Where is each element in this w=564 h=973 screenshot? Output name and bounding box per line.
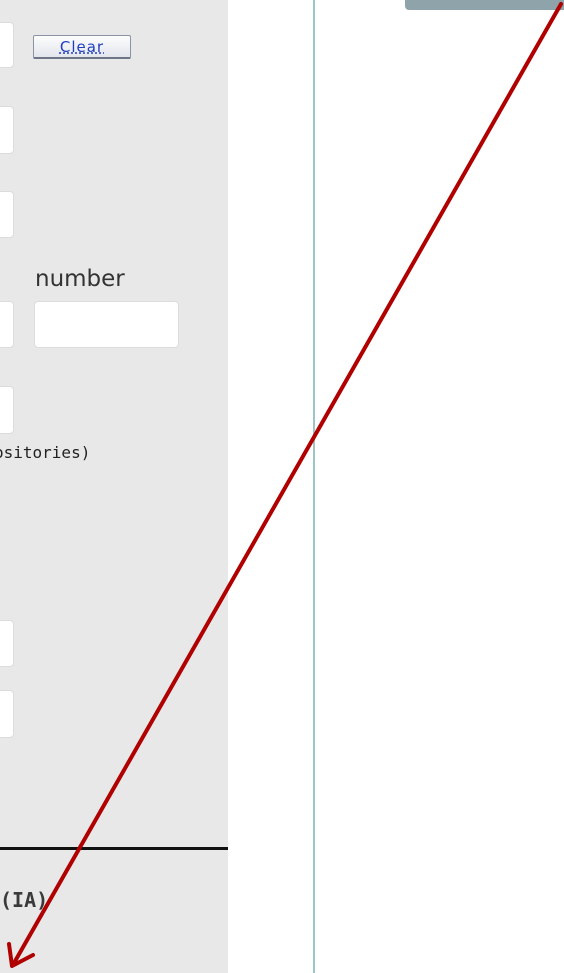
page: Clear number ositories) (IA) [0, 0, 564, 973]
clear-button[interactable]: Clear [33, 35, 131, 59]
search-field-3[interactable] [0, 191, 14, 238]
number-label: number [35, 266, 125, 292]
search-field-1[interactable] [0, 22, 14, 68]
search-field-6[interactable] [0, 620, 14, 667]
search-field-2[interactable] [0, 106, 14, 154]
search-field-7[interactable] [0, 690, 14, 738]
content-frame-border [313, 0, 315, 973]
ia-section-heading: (IA) [0, 888, 49, 912]
number-input[interactable] [34, 301, 179, 348]
top-tab[interactable] [405, 0, 564, 10]
search-field-5[interactable] [0, 386, 14, 434]
clear-button-label: Clear [59, 37, 105, 56]
search-form-panel: Clear number ositories) (IA) [0, 0, 228, 973]
repositories-text: ositories) [0, 443, 91, 462]
section-divider [0, 847, 228, 850]
search-field-4[interactable] [0, 301, 14, 348]
